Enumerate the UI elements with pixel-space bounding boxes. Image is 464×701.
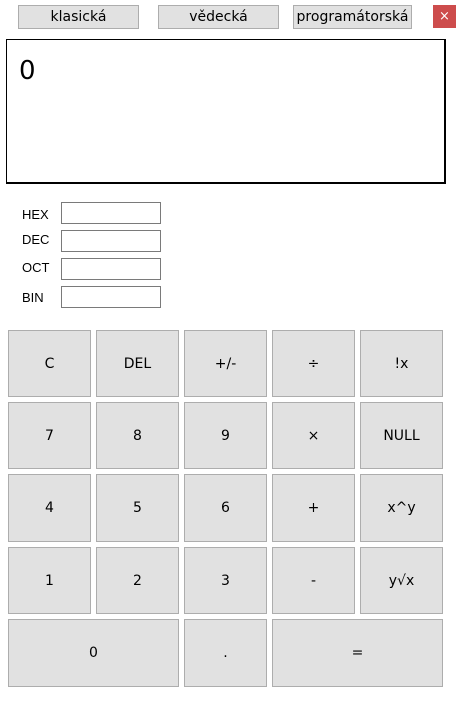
hex-label: HEX <box>22 207 49 222</box>
power-button[interactable]: x^y <box>360 474 443 542</box>
multiply-button[interactable]: × <box>272 402 355 469</box>
minus-button[interactable]: - <box>272 547 355 614</box>
null-button[interactable]: NULL <box>360 402 443 469</box>
digit-7-button[interactable]: 7 <box>8 402 91 469</box>
divide-button[interactable]: ÷ <box>272 330 355 397</box>
equals-button[interactable]: = <box>272 619 443 687</box>
negate-button[interactable]: +/- <box>184 330 267 397</box>
digit-9-button[interactable]: 9 <box>184 402 267 469</box>
digit-1-button[interactable]: 1 <box>8 547 91 614</box>
result-display: 0 <box>6 39 446 184</box>
plus-button[interactable]: + <box>272 474 355 542</box>
bin-field[interactable] <box>61 286 161 308</box>
close-icon: × <box>439 9 450 24</box>
dec-label: DEC <box>22 232 50 247</box>
tab-klasicka[interactable]: klasická <box>18 5 139 29</box>
bin-label: BIN <box>22 290 44 305</box>
clear-button[interactable]: C <box>8 330 91 397</box>
tab-programatorska[interactable]: programátorská <box>293 5 412 29</box>
dec-field[interactable] <box>61 230 161 252</box>
digit-4-button[interactable]: 4 <box>8 474 91 542</box>
hex-field[interactable] <box>61 202 161 224</box>
delete-button[interactable]: DEL <box>96 330 179 397</box>
digit-8-button[interactable]: 8 <box>96 402 179 469</box>
digit-6-button[interactable]: 6 <box>184 474 267 542</box>
root-button[interactable]: y√x <box>360 547 443 614</box>
tab-vedecka[interactable]: vědecká <box>158 5 279 29</box>
close-button[interactable]: × <box>433 5 456 28</box>
oct-label: OCT <box>22 260 50 275</box>
digit-2-button[interactable]: 2 <box>96 547 179 614</box>
digit-3-button[interactable]: 3 <box>184 547 267 614</box>
oct-field[interactable] <box>61 258 161 280</box>
display-value: 0 <box>19 56 36 86</box>
digit-0-button[interactable]: 0 <box>8 619 179 687</box>
decimal-button[interactable]: . <box>184 619 267 687</box>
digit-5-button[interactable]: 5 <box>96 474 179 542</box>
factorial-button[interactable]: !x <box>360 330 443 397</box>
